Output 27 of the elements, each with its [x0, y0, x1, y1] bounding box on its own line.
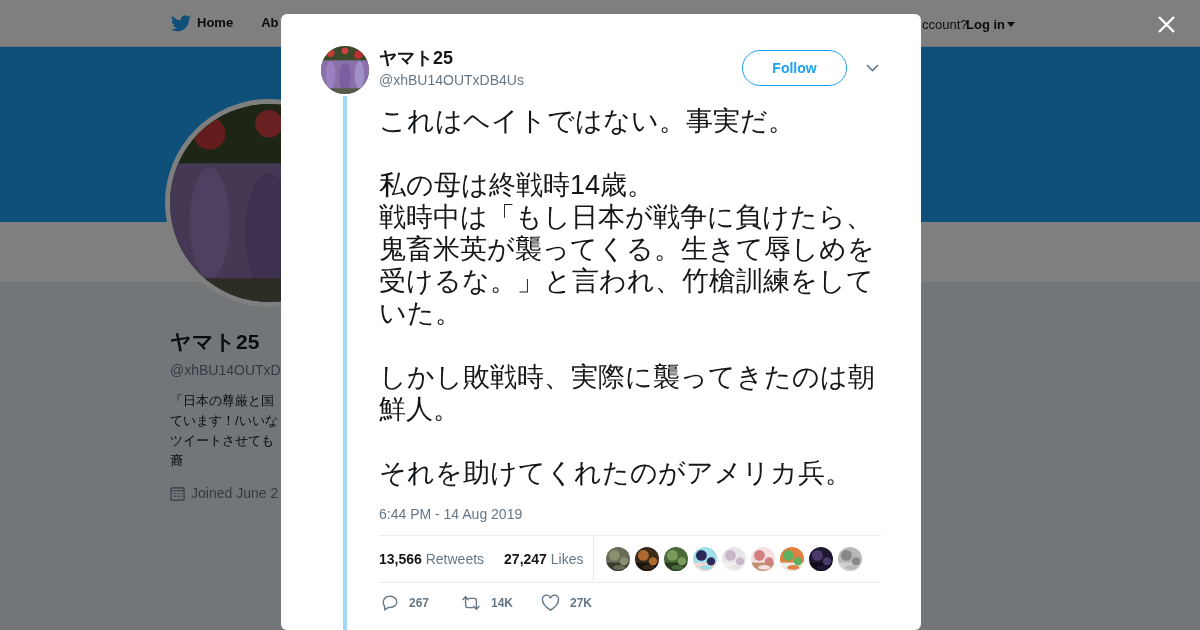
reply-icon[interactable] [381, 594, 399, 612]
profile-bio: 「日本の尊厳と国 ています！/いいな ツイートさせても 裔 [170, 391, 279, 470]
reply-count: 267 [409, 595, 430, 612]
author-name[interactable]: ヤマト25 [379, 46, 524, 70]
tweet-timestamp: 6:44 PM - 14 Aug 2019 [379, 505, 523, 524]
profile-handle: @xhBU14OUTxD [170, 360, 281, 380]
tweet-text: これはヘイトではない。事実だ。 [379, 105, 796, 137]
heart-icon[interactable] [541, 594, 560, 612]
chevron-down-icon[interactable] [866, 64, 879, 72]
tweet-text: それを助けてくれたのがアメリカ兵。 [379, 457, 853, 489]
caret-icon [1007, 22, 1015, 28]
account-prompt: ccount? [922, 16, 968, 34]
joined-date: Joined June 2 [191, 483, 279, 503]
close-icon[interactable] [1158, 16, 1175, 33]
profile-name: ヤマト25 [170, 329, 261, 355]
about-link[interactable]: Ab [261, 13, 279, 33]
author-handle[interactable]: @xhBU14OUTxDB4Us [379, 70, 524, 90]
calendar-icon [170, 485, 185, 501]
retweet-count: 14K [491, 595, 513, 612]
home-link[interactable]: Home [197, 13, 234, 33]
tweet-text: しかし敗戦時、実際に襲ってきたのは朝 鮮人。 [379, 361, 876, 425]
tweet-text: 私の母は終戦時14歳。 戦時中は「もし日本が戦争に負けたら、 鬼畜米英が襲ってくる。生きて辱しめを 受けるな。」と言われ、竹槍訓練をして いた。 [379, 169, 876, 329]
retweet-icon[interactable] [461, 594, 481, 612]
retweet-stat[interactable]: 13,566 Retweets [379, 548, 485, 570]
login-link[interactable]: Log in [966, 15, 1015, 35]
like-stat[interactable]: 27,247 Likes [504, 548, 584, 570]
like-count: 27K [570, 595, 592, 612]
